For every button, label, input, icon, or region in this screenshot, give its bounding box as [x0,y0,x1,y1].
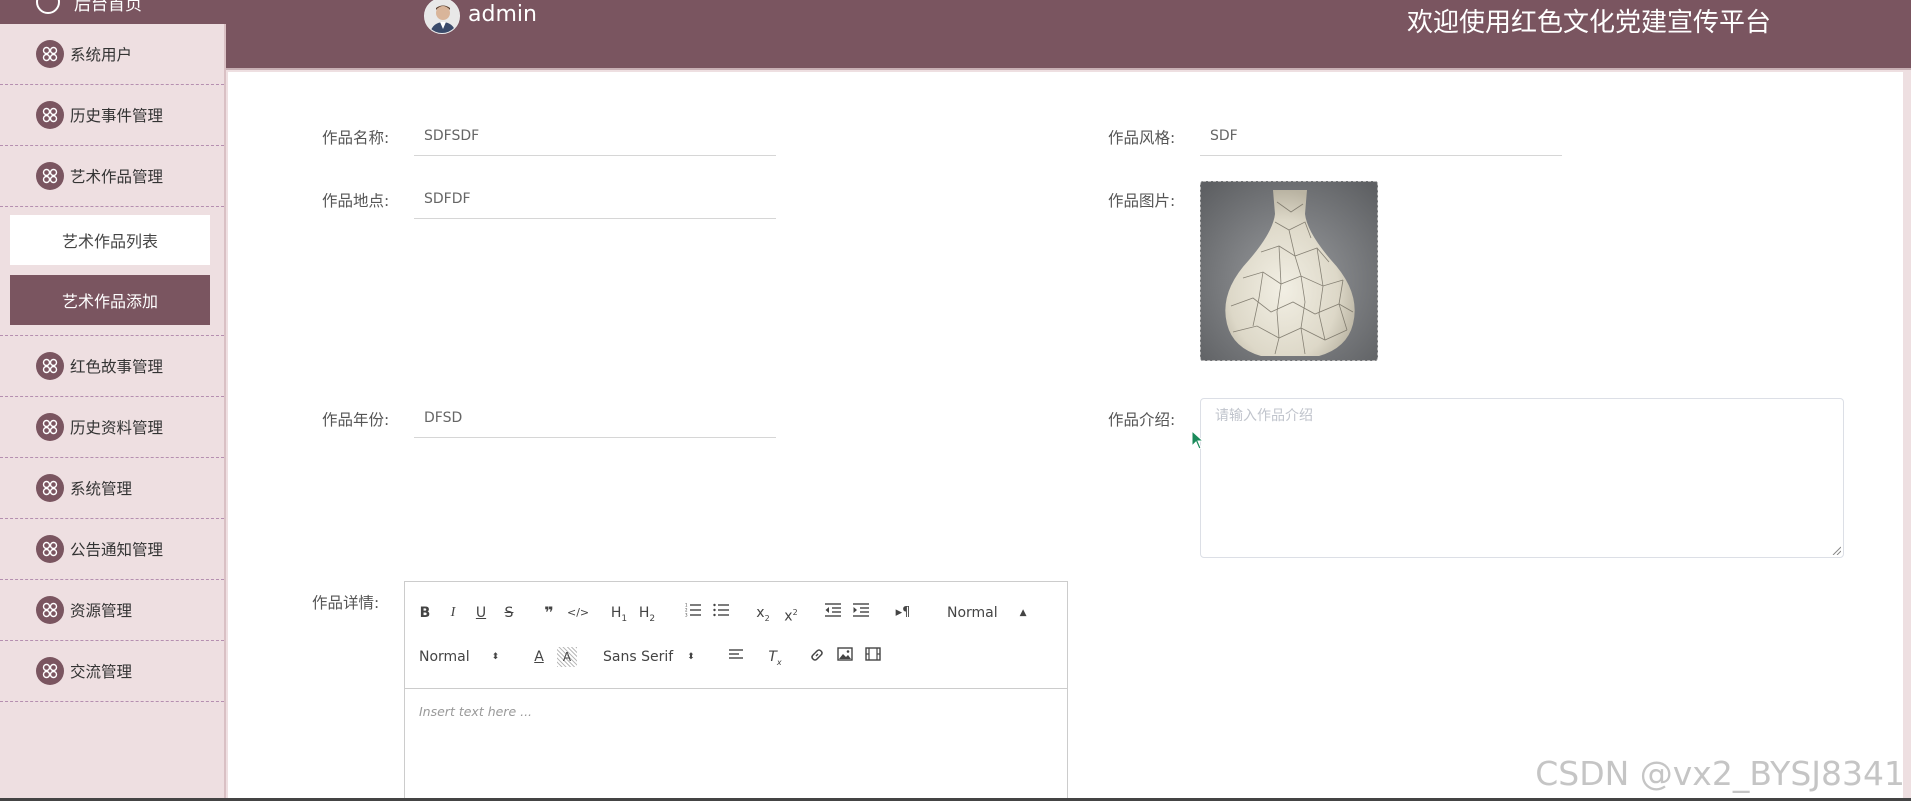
main-content: 作品名称: SDFSDF 作品风格: SDF 作品地点: SDFDF 作品图片: [228,72,1903,801]
sidebar-item-system-users[interactable]: 系统用户 [0,24,224,85]
sidebar-item-label: 资源管理 [70,602,133,620]
font-select-value: Sans Serif [603,649,674,665]
heading2-icon[interactable]: H2 [637,603,657,624]
code-icon[interactable]: </> [567,603,589,623]
sidebar-item-communication[interactable]: 交流管理 [0,641,224,702]
italic-icon[interactable]: I [443,603,463,623]
font-select[interactable]: Sans Serif ⬍ [603,647,695,667]
underline-icon[interactable]: U [471,603,491,623]
bullet-list-icon[interactable] [711,603,731,623]
place-input[interactable]: SDFDF [414,179,776,219]
artwork-image-upload[interactable] [1200,181,1378,361]
editor-toolbar: B I U S ❞ </> H1 H2 123 x2 x2 ▸¶ Normal ▲ [405,582,1067,689]
sidebar-home-item[interactable]: 后台首页 [0,0,226,24]
background-color-icon[interactable]: A [557,647,577,667]
outdent-icon[interactable] [823,603,843,623]
size-select[interactable]: Normal ⬍ [419,647,499,667]
menu-flower-icon [36,352,64,380]
rich-text-editor: B I U S ❞ </> H1 H2 123 x2 x2 ▸¶ Normal ▲ [404,581,1068,801]
sidebar-item-history-materials[interactable]: 历史资料管理 [0,397,224,458]
intro-textarea[interactable]: 请输入作品介绍 [1200,398,1844,558]
align-icon[interactable] [727,647,747,667]
home-icon [36,0,60,14]
sidebar-item-label: 历史事件管理 [70,107,164,125]
place-label: 作品地点: [322,192,390,210]
sidebar-menu: 系统用户 历史事件管理 艺术作品管理 艺术作品列表 艺术作品添加 红色故事管理 … [0,24,224,702]
menu-flower-icon [36,162,64,190]
sidebar-item-label: 系统用户 [70,46,133,64]
link-icon[interactable] [807,647,827,667]
sidebar-home-label: 后台首页 [74,0,142,15]
sidebar-item-label: 艺术作品管理 [70,168,164,186]
sidebar-item-red-stories[interactable]: 红色故事管理 [0,336,224,397]
year-input[interactable]: DFSD [414,398,776,438]
superscript-icon[interactable]: x2 [781,603,801,625]
sidebar-item-notices[interactable]: 公告通知管理 [0,519,224,580]
user-name: admin [468,2,537,27]
sidebar-item-history-events[interactable]: 历史事件管理 [0,85,224,146]
artworks-submenu: 艺术作品列表 艺术作品添加 [0,207,224,336]
ordered-list-icon[interactable]: 123 [683,603,703,623]
menu-flower-icon [36,40,64,68]
select-arrows-icon: ▲ [1019,608,1027,618]
submenu-artwork-list[interactable]: 艺术作品列表 [10,215,210,265]
select-arrows-icon: ⬍ [491,652,500,662]
sidebar-item-resources[interactable]: 资源管理 [0,580,224,641]
bold-icon[interactable]: B [415,603,435,623]
intro-label: 作品介绍: [1108,411,1176,429]
resize-handle-icon[interactable] [1831,545,1841,555]
image-icon[interactable] [835,647,855,667]
menu-flower-icon [36,596,64,624]
sidebar-item-artworks[interactable]: 艺术作品管理 [0,146,224,207]
sidebar-item-label: 交流管理 [70,663,133,681]
text-color-icon[interactable]: A [529,647,549,667]
header-select-value: Normal [947,605,998,621]
clear-format-icon[interactable]: Tx [765,647,785,667]
sidebar-item-label: 公告通知管理 [70,541,164,559]
top-header: admin 欢迎使用红色文化党建宣传平台 [226,0,1911,70]
header-select[interactable]: Normal ▲ [947,603,1027,623]
menu-flower-icon [36,657,64,685]
watermark: CSDN @vx2_BYSJ8341 [1535,754,1905,793]
heading1-icon[interactable]: H1 [609,603,629,624]
strikethrough-icon[interactable]: S [499,603,519,623]
detail-label: 作品详情: [312,594,380,612]
intro-placeholder: 请输入作品介绍 [1215,408,1313,424]
editor-content-area[interactable]: Insert text here ... [419,704,532,719]
indent-icon[interactable] [851,603,871,623]
mouse-cursor-icon [1191,430,1205,450]
sidebar-item-label: 系统管理 [70,480,133,498]
style-input[interactable]: SDF [1200,116,1562,156]
menu-flower-icon [36,474,64,502]
welcome-title: 欢迎使用红色文化党建宣传平台 [1406,8,1771,38]
svg-text:3: 3 [685,613,688,618]
menu-flower-icon [36,101,64,129]
submenu-artwork-add[interactable]: 艺术作品添加 [10,275,210,325]
text-direction-icon[interactable]: ▸¶ [893,603,913,623]
blockquote-icon[interactable]: ❞ [539,603,559,623]
sidebar-item-system-manage[interactable]: 系统管理 [0,458,224,519]
menu-flower-icon [36,413,64,441]
sidebar: 后台首页 系统用户 历史事件管理 艺术作品管理 艺术作品列表 艺术作品添加 红色… [0,0,226,801]
video-icon[interactable] [863,647,883,667]
style-label: 作品风格: [1108,129,1176,147]
avatar[interactable] [424,0,460,34]
image-label: 作品图片: [1108,192,1176,210]
name-label: 作品名称: [322,129,390,147]
menu-flower-icon [36,535,64,563]
select-arrows-icon: ⬍ [687,652,695,662]
subscript-icon[interactable]: x2 [753,603,773,623]
sidebar-item-label: 历史资料管理 [70,419,164,437]
sidebar-item-label: 红色故事管理 [70,358,164,376]
size-select-value: Normal [419,649,470,665]
year-label: 作品年份: [322,411,390,429]
name-input[interactable]: SDFSDF [414,116,776,156]
